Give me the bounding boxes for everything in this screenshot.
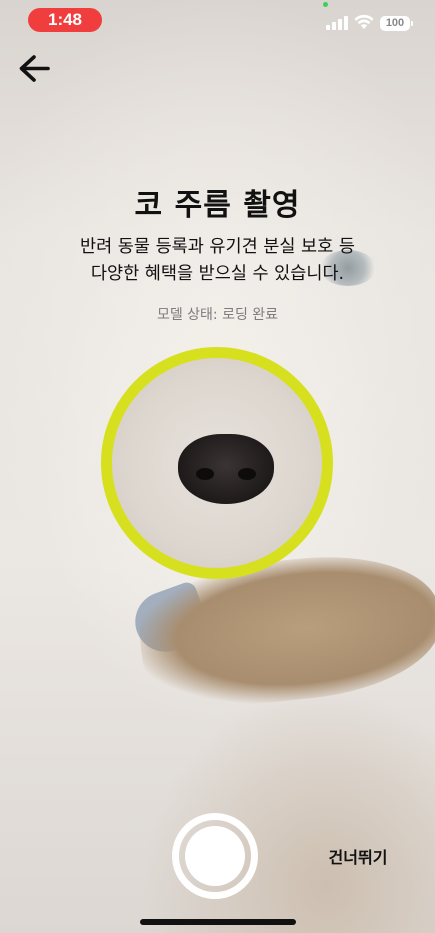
camera-screen: 1:48 100 코 주름 촬영 반려 동물 등록과 유기견 분실 보호 등 다…	[0, 0, 435, 933]
page-title: 코 주름 촬영	[134, 188, 301, 223]
description-line-2: 다양한 혜택을 받으실 수 있습니다.	[90, 264, 345, 284]
battery-tip	[411, 21, 413, 26]
description-text: 반려 동물 등록과 유기견 분실 보호 등 다양한 혜택을 받으실 수 있습니다…	[30, 234, 405, 288]
description-line-1: 반려 동물 등록과 유기견 분실 보호 등	[80, 237, 355, 257]
dog-nose	[178, 434, 274, 504]
wifi-icon	[354, 14, 374, 29]
home-indicator[interactable]	[140, 919, 296, 925]
camera-in-use-indicator	[323, 2, 328, 7]
status-time: 1:48	[28, 8, 102, 32]
shutter-icon	[185, 826, 245, 886]
shutter-button[interactable]	[172, 813, 258, 899]
back-button[interactable]	[14, 50, 54, 90]
model-status-text: 모델 상태: 로딩 완료	[156, 307, 279, 323]
cellular-signal-icon	[326, 16, 348, 30]
arrow-left-icon	[19, 55, 50, 82]
nose-scan-guide-ring	[101, 347, 333, 579]
status-bar: 1:48 100	[0, 0, 435, 40]
skip-button[interactable]: 건너뛰기	[318, 845, 398, 871]
battery-indicator: 100	[380, 16, 410, 31]
